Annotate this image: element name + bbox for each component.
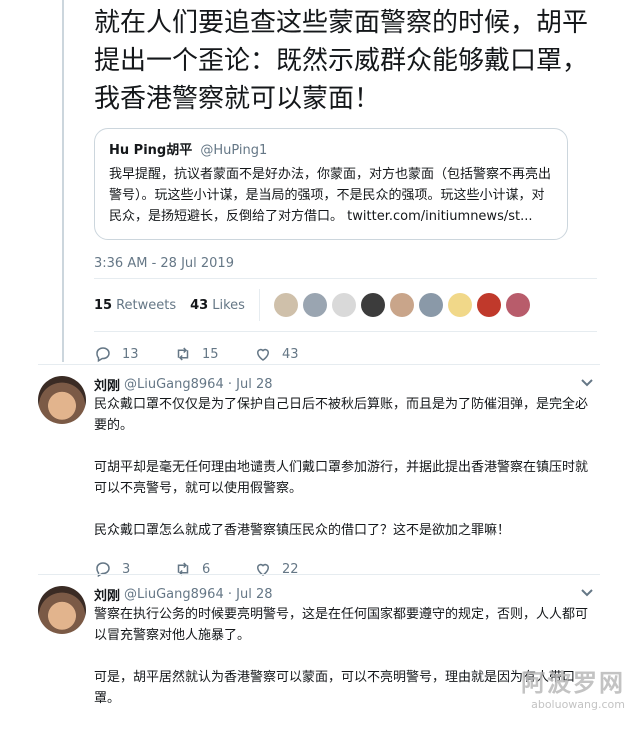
likes-label[interactable]: Likes [212, 298, 245, 313]
retweets-label[interactable]: Retweets [116, 298, 176, 313]
reply-button[interactable]: 3 [94, 560, 174, 578]
separator: · [223, 376, 237, 392]
liker-avatars [258, 289, 535, 321]
reply-actions: 3 6 22 [94, 554, 594, 584]
avatar[interactable] [38, 376, 86, 424]
heart-icon [256, 348, 270, 361]
liker-avatar[interactable] [418, 293, 443, 317]
reply-paragraph: 民众戴口罩怎么就成了香港警察镇压民众的借口了？这不是欲加之罪嘛！ [94, 523, 511, 538]
reply-author-handle[interactable]: @LiuGang8964 [124, 377, 224, 392]
liker-avatar[interactable] [331, 293, 356, 317]
retweet-button[interactable]: 6 [174, 560, 254, 578]
reply-author-name[interactable]: 刘刚 [94, 375, 120, 394]
retweet-icon [177, 347, 189, 361]
watermark-url: aboluowang.com [531, 698, 625, 711]
like-button[interactable]: 43 [254, 345, 334, 363]
reply-icon [96, 562, 110, 578]
retweet-count: 15 [202, 346, 219, 362]
heart-icon [256, 563, 270, 576]
liker-avatar[interactable] [389, 293, 414, 317]
reply-paragraph: 可胡平却是毫无任何理由地谴责人们戴口罩参加游行，并据此提出香港警察在镇压时就可以… [94, 460, 589, 496]
chevron-down-icon[interactable] [580, 378, 594, 388]
reply-count: 13 [122, 346, 139, 362]
main-tweet-text: 就在人们要追查这些蒙面警察的时候，胡平提出一个歪论：既然示威群众能够戴口罩，我香… [94, 8, 589, 114]
likes-count[interactable]: 43 [190, 298, 208, 313]
reply-header: 刘刚 @LiuGang8964 · Jul 28 [94, 375, 594, 394]
separator: · [223, 586, 237, 602]
liker-avatar[interactable] [273, 293, 298, 317]
reply-author-handle[interactable]: @LiuGang8964 [124, 587, 224, 602]
watermark: 阿波罗网 aboluowang.com [521, 663, 625, 711]
retweets-count[interactable]: 15 [94, 298, 112, 313]
reply-text: 民众戴口罩不仅仅是为了保护自己日后不被秋后算账，而且是为了防催泪弹，是完全必要的… [94, 394, 594, 541]
quoted-tweet-body: 我早提醒，抗议者蒙面不是好办法，你蒙面，对方也蒙面（包括警察不再亮出警号）。玩这… [109, 164, 553, 227]
liker-avatar[interactable] [505, 293, 530, 317]
liker-avatar[interactable] [360, 293, 385, 317]
reply-button[interactable]: 13 [94, 345, 174, 363]
quoted-tweet-author-handle[interactable]: @HuPing1 [200, 143, 267, 158]
divider [38, 574, 600, 575]
reply-date[interactable]: Jul 28 [236, 377, 272, 392]
tweet-actions: 13 15 43 [94, 332, 600, 376]
thread-line [62, 0, 64, 362]
liker-avatar[interactable] [302, 293, 327, 317]
reply-text: 警察在执行公务的时候要亮明警号，这是在任何国家都要遵守的规定，否则，人人都可以冒… [94, 604, 594, 709]
reply-paragraph: 民众戴口罩不仅仅是为了保护自己日后不被秋后算账，而且是为了防催泪弹，是完全必要的… [94, 397, 589, 433]
quoted-tweet-author-name[interactable]: Hu Ping胡平 [109, 143, 192, 158]
chevron-down-icon[interactable] [580, 588, 594, 598]
retweet-button[interactable]: 15 [174, 345, 254, 363]
like-count: 43 [282, 346, 299, 362]
divider [38, 364, 600, 365]
tweet-timestamp[interactable]: 3:36 AM - 28 Jul 2019 [94, 256, 600, 278]
reply-body: 刘刚 @LiuGang8964 · Jul 28 民众戴口罩不仅仅是为了保护自己… [94, 376, 594, 584]
tweet-stats: 15 Retweets 43 Likes [94, 279, 600, 331]
liker-avatar[interactable] [447, 293, 472, 317]
retweet-icon [177, 562, 189, 576]
quoted-tweet-link[interactable]: twitter.com/initiumnews/st... [347, 209, 532, 224]
reply-header: 刘刚 @LiuGang8964 · Jul 28 [94, 585, 594, 604]
reply-date[interactable]: Jul 28 [236, 587, 272, 602]
quoted-tweet-card[interactable]: Hu Ping胡平 @HuPing1 我早提醒，抗议者蒙面不是好办法，你蒙面，对… [94, 128, 568, 240]
main-tweet: 就在人们要追查这些蒙面警察的时候，胡平提出一个歪论：既然示威群众能够戴口罩，我香… [94, 0, 600, 376]
reply-author-name[interactable]: 刘刚 [94, 585, 120, 604]
like-button[interactable]: 22 [254, 560, 334, 578]
avatar[interactable] [38, 586, 86, 634]
reply-paragraph: 警察在执行公务的时候要亮明警号，这是在任何国家都要遵守的规定，否则，人人都可以冒… [94, 607, 589, 643]
reply-icon [96, 347, 110, 363]
liker-avatar[interactable] [476, 293, 501, 317]
reply-paragraph: 可是，胡平居然就认为香港警察可以蒙面，可以不亮明警号，理由就是因为有人带口罩。 [94, 670, 576, 706]
reply-body: 刘刚 @LiuGang8964 · Jul 28 警察在执行公务的时候要亮明警号… [94, 586, 594, 730]
watermark-logo-text: 阿波罗网 [521, 669, 625, 697]
quoted-tweet-header: Hu Ping胡平 @HuPing1 [109, 139, 553, 158]
